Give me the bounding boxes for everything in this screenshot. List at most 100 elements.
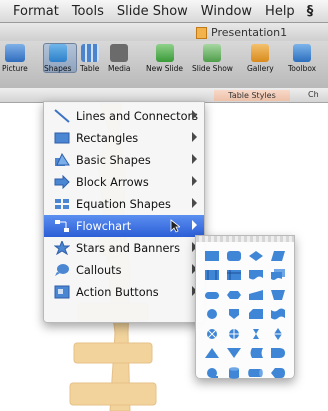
tab-chart-partial[interactable]: Ch — [308, 90, 319, 99]
submenu-arrow-icon — [192, 220, 197, 230]
menu-item-equation-shapes[interactable]: Equation Shapes — [44, 193, 204, 215]
toolbar-shapes-button[interactable]: Shapes — [44, 44, 71, 73]
table-icon — [80, 44, 99, 62]
flowchart-extract-shape[interactable] — [201, 344, 223, 364]
toolbar-media-label: Media — [108, 64, 131, 73]
flowchart-icon — [53, 219, 71, 233]
toolbar-toolbox-button[interactable]: Toolbox — [288, 44, 316, 73]
flowchart-or-shape[interactable] — [223, 324, 245, 344]
flowchart-document-shape[interactable] — [245, 266, 267, 286]
menu-item-label: Block Arrows — [76, 175, 149, 189]
flowchart-decision-shape[interactable] — [245, 246, 267, 266]
menu-item-lines-and-connectors[interactable]: Lines and Connectors — [44, 105, 204, 127]
toolbar-slide-show-button[interactable]: Slide Show — [192, 44, 233, 73]
menu-item-label: Action Buttons — [76, 285, 159, 299]
flowchart-predefined-process-shape[interactable] — [201, 266, 223, 286]
toolbar-picture-button[interactable]: Picture — [2, 44, 28, 73]
flowchart-delay-shape[interactable] — [267, 344, 289, 364]
flowchart-magnetic-disk-shape[interactable] — [223, 363, 245, 383]
new-slide-icon — [155, 44, 174, 62]
flowchart-sort-shape[interactable] — [267, 324, 289, 344]
flowchart-preparation-shape[interactable] — [223, 285, 245, 305]
flowchart-collate-shape[interactable] — [245, 324, 267, 344]
flowchart-data-shape[interactable] — [267, 246, 289, 266]
flowchart-connector-shape[interactable] — [201, 305, 223, 325]
star-icon — [53, 241, 71, 255]
window-title: Presentation1 — [196, 26, 287, 39]
rectangle-icon — [53, 131, 71, 145]
toolbar-shapes-label: Shapes — [44, 64, 72, 73]
submenu-arrow-icon — [192, 132, 197, 142]
flowchart-summing-junction-shape[interactable] — [201, 324, 223, 344]
media-icon — [110, 44, 129, 62]
callout-icon — [53, 263, 71, 277]
flowchart-manual-operation-shape[interactable] — [267, 285, 289, 305]
menu-help[interactable]: Help — [265, 4, 295, 19]
line-icon — [53, 109, 71, 123]
flowchart-stored-data-shape[interactable] — [245, 344, 267, 364]
submenu-tearoff-strip — [196, 236, 294, 242]
menu-item-basic-shapes[interactable]: Basic Shapes — [44, 149, 204, 171]
menu-format[interactable]: Format — [13, 4, 59, 19]
menu-item-label: Rectangles — [76, 131, 139, 145]
toolbar-toolbox-label: Toolbox — [288, 64, 317, 73]
toolbar-gallery-button[interactable]: Gallery — [247, 44, 274, 73]
menu-item-rectangles[interactable]: Rectangles — [44, 127, 204, 149]
toolbar-new-slide-button[interactable]: New Slide — [146, 44, 183, 73]
toolbar-table-label: Table — [80, 64, 100, 73]
flowchart-internal-storage-shape[interactable] — [223, 266, 245, 286]
flowchart-submenu — [195, 235, 295, 379]
script-menu-icon[interactable]: § — [307, 4, 314, 19]
menu-item-label: Lines and Connectors — [76, 109, 199, 123]
flowchart-direct-access-storage-shape[interactable] — [245, 363, 267, 383]
menu-item-label: Stars and Banners — [76, 241, 180, 255]
shapes-menu: Lines and Connectors Rectangles Basic Sh… — [43, 101, 205, 323]
flowchart-punched-tape-shape[interactable] — [267, 305, 289, 325]
menu-item-block-arrows[interactable]: Block Arrows — [44, 171, 204, 193]
submenu-arrow-icon — [192, 176, 197, 186]
menu-item-flowchart[interactable]: Flowchart — [44, 215, 204, 237]
menu-slide-show[interactable]: Slide Show — [117, 4, 188, 19]
flowchart-card-shape[interactable] — [245, 305, 267, 325]
menu-item-stars-and-banners[interactable]: Stars and Banners — [44, 237, 204, 259]
mouse-pointer-icon — [170, 219, 180, 233]
menubar: Format Tools Slide Show Window Help § — [0, 0, 328, 23]
toolbar-new-slide-label: New Slide — [146, 64, 184, 73]
picture-icon — [4, 44, 25, 62]
toolbar-picture-label: Picture — [2, 64, 28, 73]
menu-item-label: Flowchart — [76, 219, 132, 233]
slide-show-icon — [203, 44, 222, 62]
submenu-arrow-icon — [192, 154, 197, 164]
toolbar: Picture Shapes Table Media New Slide Sli… — [0, 41, 328, 89]
flowchart-manual-input-shape[interactable] — [245, 285, 267, 305]
menu-tools[interactable]: Tools — [72, 4, 104, 19]
flowchart-multidocument-shape[interactable] — [267, 266, 289, 286]
menu-item-label: Callouts — [76, 263, 122, 277]
presentation-doc-icon — [196, 26, 207, 39]
flowchart-terminator-shape[interactable] — [201, 285, 223, 305]
toolbox-icon — [293, 44, 312, 62]
gallery-icon — [251, 44, 270, 62]
toolbar-media-button[interactable]: Media — [108, 44, 131, 73]
toolbar-gallery-label: Gallery — [247, 64, 274, 73]
block-arrow-icon — [53, 175, 71, 189]
flowchart-off-page-connector-shape[interactable] — [223, 305, 245, 325]
flowchart-alternate-process-shape[interactable] — [223, 246, 245, 266]
toolbar-slide-show-label: Slide Show — [192, 64, 233, 73]
menu-item-label: Basic Shapes — [76, 153, 151, 167]
menu-item-action-buttons[interactable]: Action Buttons — [44, 281, 204, 303]
submenu-arrow-icon — [192, 198, 197, 208]
flowchart-display-shape[interactable] — [267, 363, 289, 383]
flowchart-process-shape[interactable] — [201, 246, 223, 266]
menu-item-callouts[interactable]: Callouts — [44, 259, 204, 281]
menu-window[interactable]: Window — [201, 4, 252, 19]
basic-shapes-icon — [53, 153, 71, 167]
flowchart-sequential-access-storage-shape[interactable] — [201, 363, 223, 383]
flowchart-shape-grid — [201, 246, 289, 383]
tab-table-styles[interactable]: Table Styles — [214, 90, 290, 101]
submenu-arrow-icon — [192, 110, 197, 120]
equation-icon — [53, 197, 71, 211]
toolbar-table-button[interactable]: Table — [80, 44, 99, 73]
window-title-text: Presentation1 — [211, 26, 288, 39]
flowchart-merge-shape[interactable] — [223, 344, 245, 364]
